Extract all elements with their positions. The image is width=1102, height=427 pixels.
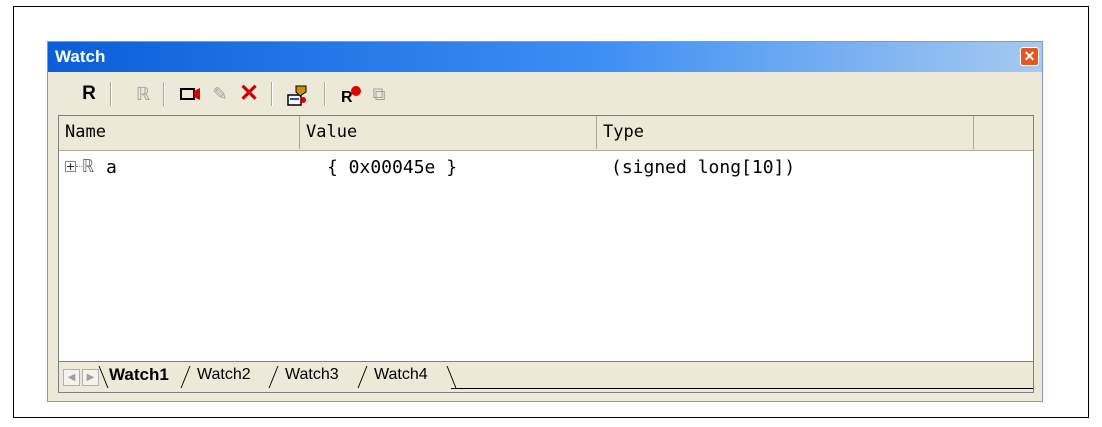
row-value: { 0x00045e } — [327, 157, 458, 178]
tree-line — [76, 166, 82, 167]
tab-baseline — [451, 388, 1033, 389]
row-name: a — [106, 157, 117, 178]
column-header: Name Value Type — [59, 116, 1033, 151]
column-value[interactable]: Value — [300, 116, 597, 149]
pencil-icon: ✎ — [212, 84, 228, 104]
toolbar-separator — [271, 82, 273, 106]
table-row[interactable]: + ℝ a { 0x00045e } (signed long[10]) — [59, 154, 1033, 180]
camera-icon[interactable] — [178, 83, 202, 105]
tab-watch1[interactable]: Watch1 — [109, 362, 169, 388]
register-breakpoint-icon[interactable]: R — [339, 83, 363, 106]
column-filler — [974, 116, 1033, 149]
register-r-icon[interactable]: R — [77, 83, 101, 105]
register-copy-icon: ⧉ — [372, 84, 386, 104]
column-name[interactable]: Name — [59, 116, 300, 149]
settings-icon[interactable] — [286, 83, 310, 106]
title-bar: Watch ✕ — [48, 42, 1042, 72]
window-title: Watch — [55, 47, 106, 66]
toolbar: R ℝ ✎ ✕ R ⧉ — [48, 73, 1042, 113]
tab-divider — [446, 366, 457, 388]
tab-prev-button[interactable]: ◀ — [63, 369, 80, 386]
watch-window: Watch ✕ R ℝ ✎ ✕ R ⧉ Name Value Type + ℝ … — [47, 41, 1043, 402]
toolbar-separator — [163, 82, 165, 106]
expand-icon[interactable]: + — [65, 161, 76, 172]
column-type[interactable]: Type — [597, 116, 974, 149]
delete-x-icon[interactable]: ✕ — [237, 82, 261, 106]
register-icon: ℝ — [83, 156, 94, 177]
row-type: (signed long[10]) — [611, 157, 796, 178]
tab-divider — [268, 366, 279, 388]
register-r-disabled-icon: ℝ — [135, 84, 151, 104]
tab-divider — [357, 366, 368, 388]
tab-next-button[interactable]: ▶ — [82, 369, 99, 386]
tab-strip: ◀ ▶ Watch1 Watch2 Watch3 Watch4 — [59, 361, 1033, 392]
tab-watch4[interactable]: Watch4 — [374, 362, 428, 388]
close-button[interactable]: ✕ — [1020, 47, 1039, 66]
toolbar-separator — [110, 82, 112, 106]
tab-watch2[interactable]: Watch2 — [197, 362, 251, 388]
tab-divider — [180, 366, 191, 388]
watch-list[interactable]: Name Value Type + ℝ a { 0x00045e } (sign… — [58, 115, 1034, 393]
tab-divider — [98, 366, 109, 388]
toolbar-separator — [324, 82, 326, 106]
tab-watch3[interactable]: Watch3 — [285, 362, 339, 388]
